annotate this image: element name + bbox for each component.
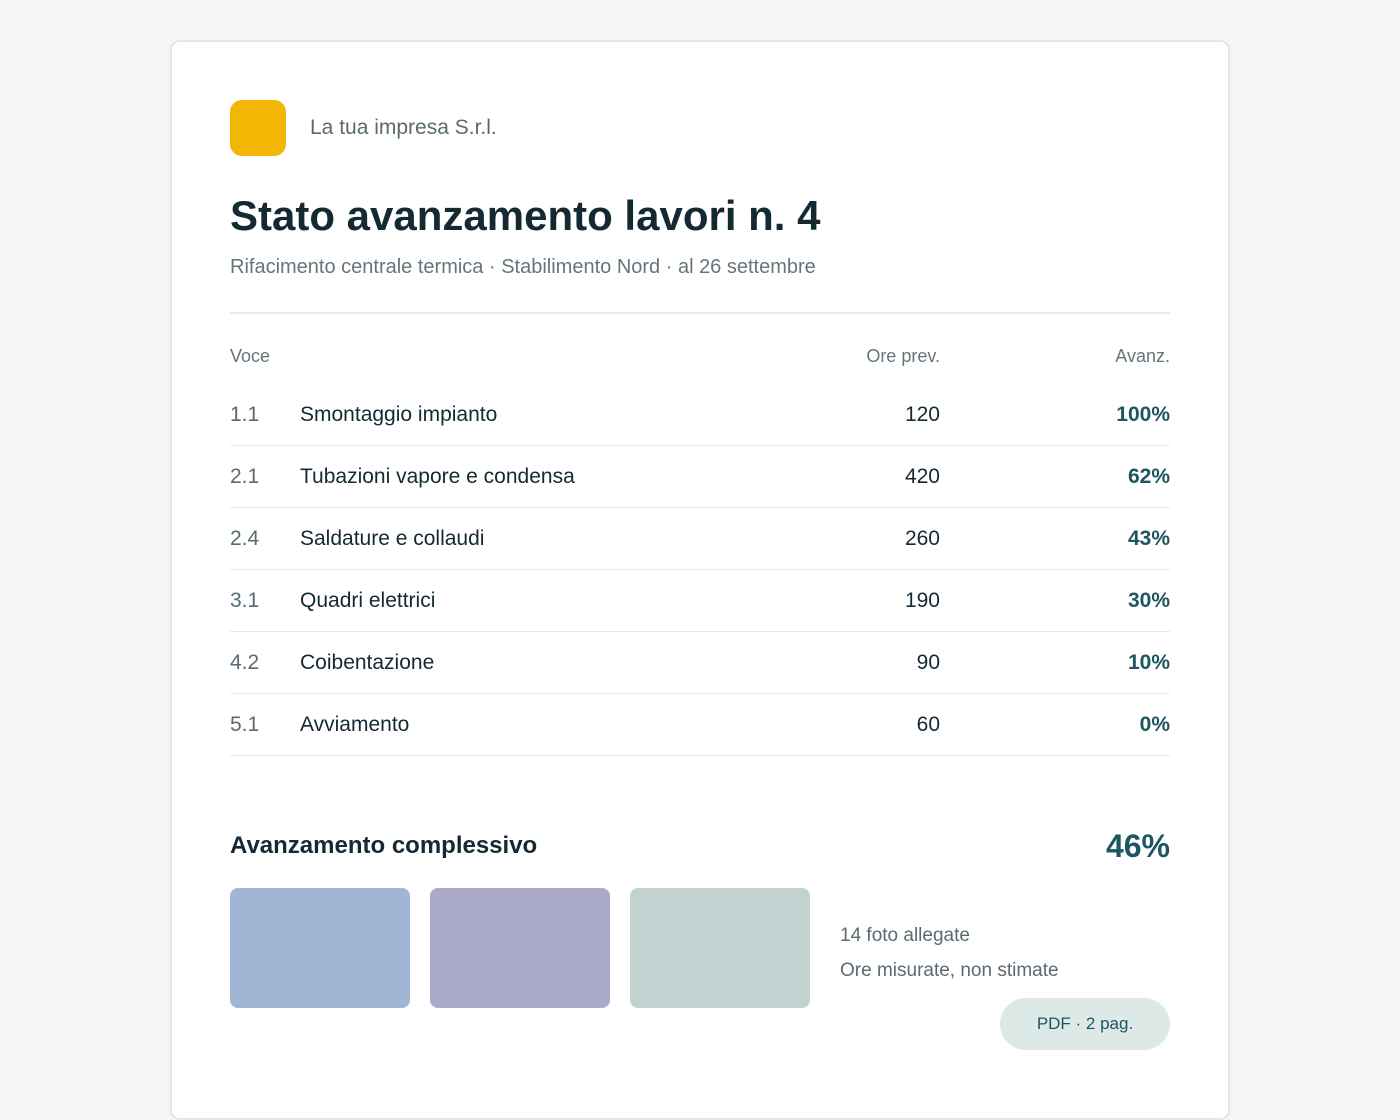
page-subtitle: Rifacimento centrale termica · Stabilime…: [230, 256, 816, 278]
company-name: La tua impresa S.r.l.: [310, 116, 497, 139]
item-code: 5.1: [230, 712, 260, 736]
photo-thumbnail[interactable]: [630, 888, 810, 1008]
attachments-section: 14 foto allegate Ore misurate, non stima…: [230, 888, 1170, 1050]
document-card: La tua impresa S.r.l. Stato avanzamento …: [170, 40, 1230, 1120]
photos-count: 14 foto allegate: [840, 925, 970, 946]
overall-progress-value: 46%: [1105, 827, 1170, 864]
item-description: Quadri elettrici: [300, 588, 436, 612]
table-header: Voce Ore prev. Avanz.: [230, 344, 1170, 368]
hours-note: Ore misurate, non stimate: [840, 960, 1059, 981]
table-row: 2.1 Tubazioni vapore e condensa 420 62%: [230, 446, 1170, 508]
document-content: La tua impresa S.r.l. Stato avanzamento …: [230, 100, 1170, 1050]
item-code: 2.1: [230, 464, 260, 488]
item-progress: 0%: [1139, 712, 1170, 736]
item-code: 1.1: [230, 402, 260, 426]
item-hours: 420: [904, 464, 940, 488]
item-progress: 100%: [1116, 402, 1170, 426]
item-progress: 43%: [1127, 526, 1170, 550]
column-header-avanz: Avanz.: [1115, 345, 1170, 366]
company-header: La tua impresa S.r.l.: [230, 100, 1170, 156]
item-progress: 10%: [1127, 650, 1170, 674]
page-title: Stato avanzamento lavori n. 4: [230, 192, 821, 239]
overall-progress: Avanzamento complessivo 46%: [230, 826, 1170, 866]
pdf-download-button[interactable]: PDF · 2 pag.: [1000, 998, 1170, 1050]
table-row: 1.1 Smontaggio impianto 120 100%: [230, 384, 1170, 446]
item-hours: 190: [904, 588, 940, 612]
column-header-voce: Voce: [230, 345, 271, 366]
work-items-table: Voce Ore prev. Avanz. 1.1 Smontaggio imp…: [230, 344, 1170, 756]
item-hours: 90: [916, 650, 940, 674]
table-row: 4.2 Coibentazione 90 10%: [230, 632, 1170, 694]
item-hours: 60: [916, 712, 940, 736]
item-hours: 120: [904, 402, 940, 426]
item-description: Tubazioni vapore e condensa: [300, 464, 575, 488]
item-hours: 260: [904, 526, 940, 550]
item-description: Avviamento: [300, 712, 410, 736]
item-description: Coibentazione: [300, 650, 435, 674]
company-logo: [230, 100, 286, 156]
table-row: 2.4 Saldature e collaudi 260 43%: [230, 508, 1170, 570]
item-description: Smontaggio impianto: [300, 402, 498, 426]
table-row: 5.1 Avviamento 60 0%: [230, 694, 1170, 756]
table-row: 3.1 Quadri elettrici 190 30%: [230, 570, 1170, 632]
table-body: 1.1 Smontaggio impianto 120 100% 2.1 Tub…: [230, 384, 1170, 756]
item-progress: 30%: [1127, 588, 1170, 612]
item-description: Saldature e collaudi: [300, 526, 485, 550]
header-divider: [230, 312, 1170, 314]
item-code: 3.1: [230, 588, 260, 612]
photo-thumbnail[interactable]: [230, 888, 410, 1008]
overall-progress-label: Avanzamento complessivo: [230, 832, 538, 859]
item-code: 4.2: [230, 650, 260, 674]
attachments-info: 14 foto allegate Ore misurate, non stima…: [840, 918, 1059, 988]
item-code: 2.4: [230, 526, 260, 550]
column-header-ore: Ore prev.: [866, 345, 940, 366]
item-progress: 62%: [1127, 464, 1170, 488]
photo-thumbnail[interactable]: [430, 888, 610, 1008]
